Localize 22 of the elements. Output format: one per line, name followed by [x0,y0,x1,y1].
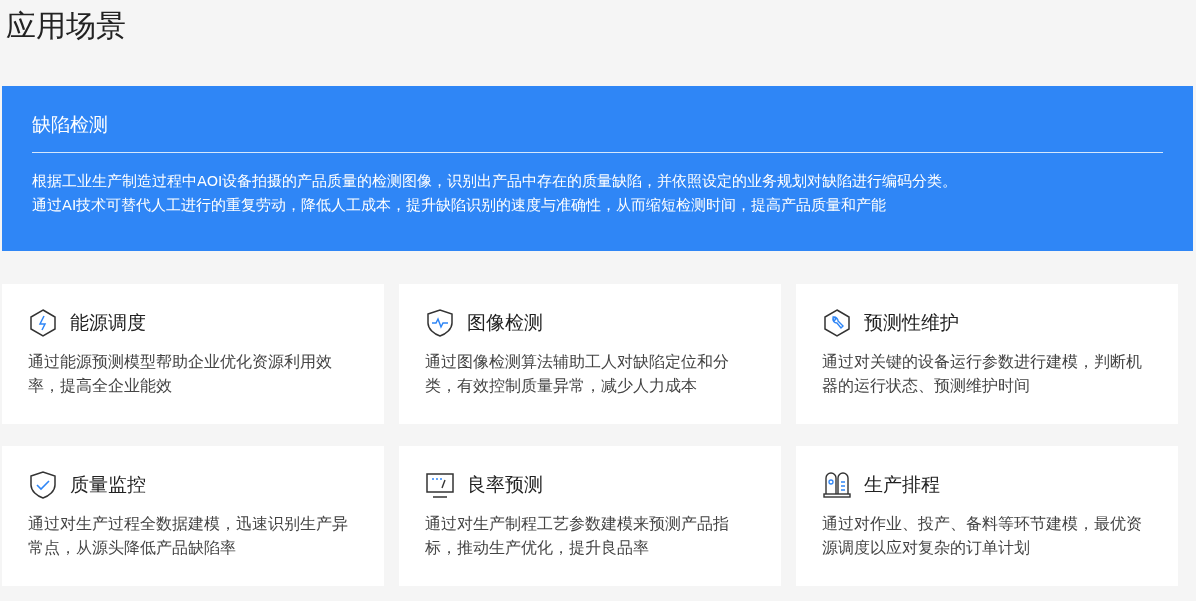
card-description: 通过能源预测模型帮助企业优化资源利用效率，提高全企业能效 [28,352,333,397]
card-title: 质量监控 [70,472,146,497]
card-title: 预测性维护 [864,310,959,335]
machine-icon [822,470,852,500]
wrench-hexagon-icon [822,308,852,338]
lightning-hexagon-icon [28,308,58,338]
card-title: 图像检测 [467,310,543,335]
pulse-shield-icon [425,308,455,338]
card-description: 通过对生产制程工艺参数建模来预测产品指标，推动生产优化，提升良品率 [425,514,730,559]
card-title: 良率预测 [467,472,543,497]
card-description: 通过对生产过程全数据建模，迅速识别生产异常点，从源头降低产品缺陷率 [28,514,348,559]
card-description: 通过对作业、投产、备料等环节建模，最优资源调度以应对复杂的订单计划 [822,514,1142,559]
page-title: 应用场景 [5,7,127,45]
banner-text: 根据工业生产制造过程中AOI设备拍摄的产品质量的检测图像，识别出产品中存在的质量缺陷，并依照设定的业务规划对缺陷进行编码分类。 [32,172,959,191]
banner-text: 通过AI技术可替代人工进行的重复劳动，降低人工成本，提升缺陷识别的速度与准确性，从而缩短检测时间，提高产品质量和产能 [32,196,888,215]
card-description: 通过图像检测算法辅助工人对缺陷定位和分类，有效控制质量异常，减少人力成本 [425,352,730,397]
check-shield-icon [28,470,58,500]
card-title: 能源调度 [70,310,146,335]
monitor-icon [425,470,455,500]
card-title: 生产排程 [864,472,940,497]
card-description: 通过对关键的设备运行参数进行建模，判断机器的运行状态、预测维护时间 [822,352,1142,397]
banner-title: 缺陷检测 [32,112,1163,153]
